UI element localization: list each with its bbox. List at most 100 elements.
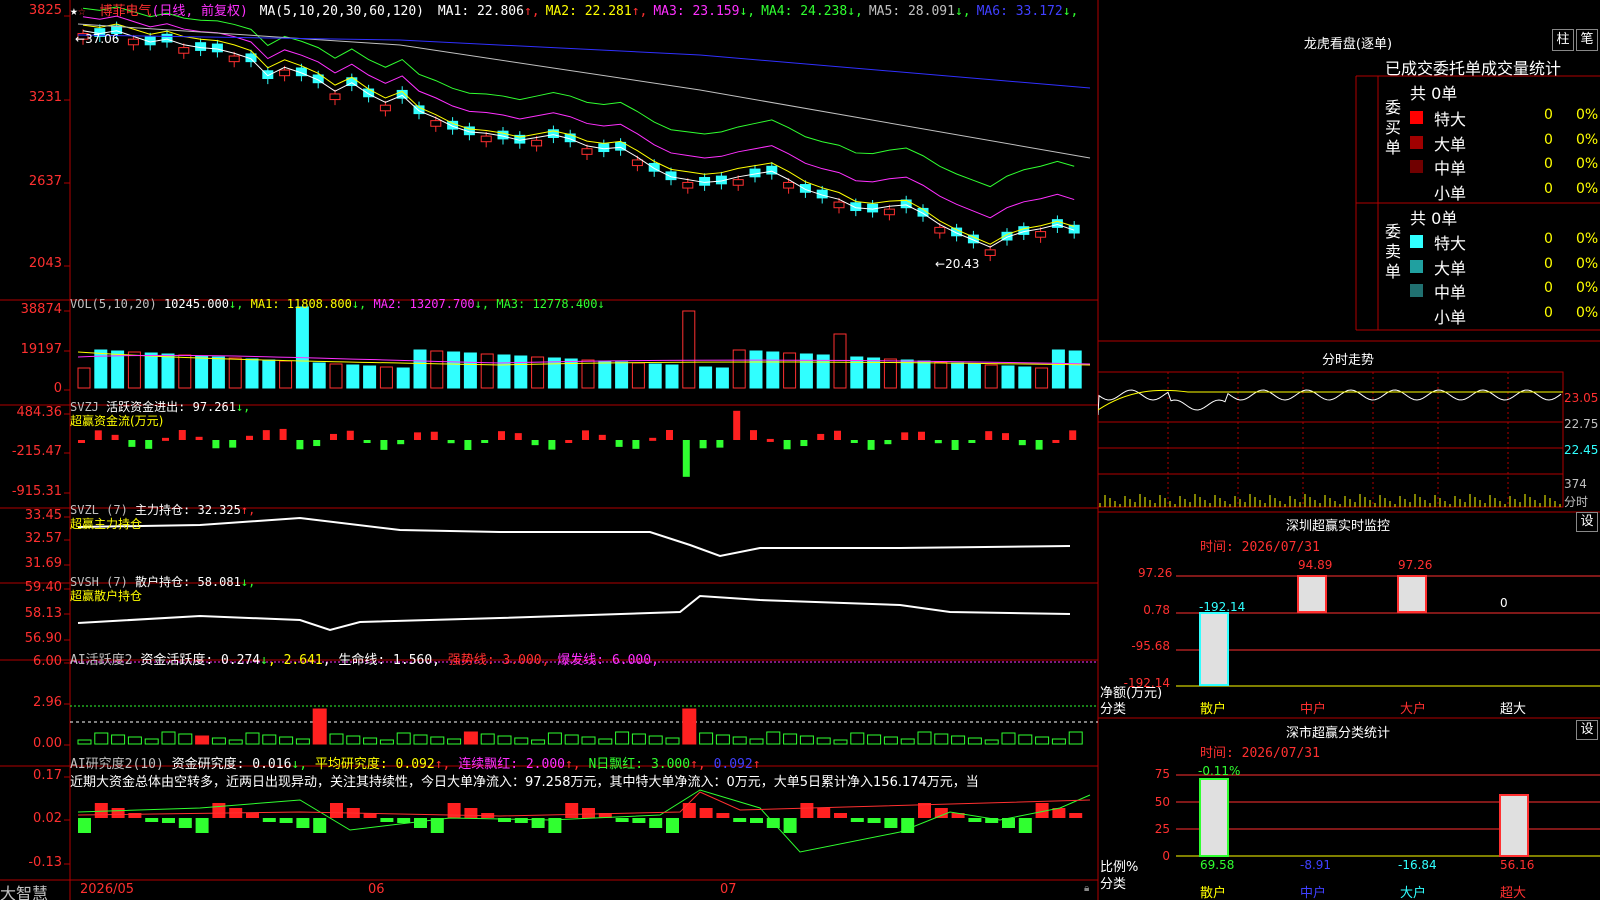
- volume-bar: [161, 353, 175, 389]
- ma1-line: [82, 30, 1075, 248]
- volume-bar: [329, 363, 343, 389]
- candle: [379, 104, 391, 112]
- candle: [279, 69, 291, 77]
- buy-side-label: 委买单: [1385, 98, 1402, 157]
- activity-bar: [228, 739, 243, 745]
- star-icon[interactable]: ★: [70, 4, 78, 19]
- research-bar: [162, 818, 175, 823]
- ai2-arrow3: ↑,: [564, 757, 581, 772]
- classify-tick: 0: [1162, 849, 1170, 863]
- candle: [228, 55, 240, 63]
- date-label: 06: [368, 882, 385, 897]
- flag-icon: ☆: [77, 4, 86, 19]
- order-type: 特大: [1434, 110, 1467, 129]
- research-bar: [178, 818, 192, 828]
- volume-bar: [581, 359, 595, 389]
- ma-value-6: MA6: 33.172: [976, 4, 1063, 19]
- high-price-note: ←37.06: [75, 32, 120, 46]
- ai2-header: AI研究度2(10) 资金研究度: 0.016↓, 平均研究度: 0.092↑,…: [70, 753, 761, 772]
- activity-bar: [967, 737, 982, 745]
- research-bar: [464, 808, 478, 818]
- volume-bar: [363, 365, 377, 389]
- order-percent: 0%: [1576, 304, 1599, 321]
- color-swatch: [1410, 111, 1423, 124]
- candle: [211, 43, 223, 53]
- ai1-tick: 2.96: [33, 695, 62, 710]
- lock-icon[interactable]: 🔒︎: [1084, 883, 1089, 894]
- candle: [531, 139, 543, 147]
- research-bar: [1018, 818, 1032, 833]
- flow-bar: [262, 430, 270, 440]
- candle: [178, 47, 190, 54]
- classify-bar-value: -16.84: [1398, 858, 1437, 872]
- tick-mode-button[interactable]: 笔: [1576, 29, 1598, 51]
- retail-holding-line: [77, 594, 1071, 632]
- vol-value: 10245.000: [163, 297, 229, 311]
- volume-bar: [850, 356, 864, 389]
- ai1-value1: 资金活跃度: 0.274: [140, 653, 261, 668]
- ai2-arrow1: ↓,: [291, 757, 308, 772]
- flow-bar: [867, 440, 875, 450]
- bar-mode-button[interactable]: 柱: [1552, 29, 1574, 51]
- volume-bar: [951, 362, 965, 389]
- research-bar: [1069, 813, 1083, 818]
- order-count: 0: [1544, 255, 1553, 272]
- activity-bar: [581, 736, 596, 745]
- ma-value-4: MA4: 24.238: [761, 4, 848, 19]
- research-bar: [834, 813, 847, 818]
- flow-bar: [716, 440, 724, 448]
- volume-bar: [396, 367, 410, 389]
- classify-category: 超大: [1500, 886, 1527, 900]
- volume-bar: [447, 351, 461, 389]
- ai1-arrow2: ,: [322, 653, 331, 668]
- activity-bar: [984, 739, 999, 745]
- ai2-tick: 0.02: [33, 811, 62, 826]
- color-swatch: [1410, 259, 1423, 273]
- activity-bar: [1051, 738, 1066, 745]
- research-bar: [968, 818, 982, 822]
- research-bar: [934, 808, 948, 818]
- flow-bar: [1035, 440, 1043, 450]
- flow-bar: [766, 438, 774, 442]
- flow-bar: [750, 430, 757, 440]
- volume-bar: [1035, 367, 1049, 389]
- volume-bar: [497, 354, 511, 389]
- monitor-settings-button[interactable]: 设: [1576, 512, 1598, 532]
- volume-bar: [1051, 349, 1065, 389]
- research-bar: [279, 818, 293, 823]
- order-count: 0: [1544, 304, 1553, 321]
- intraday-tick: 22.45: [1564, 443, 1599, 457]
- activity-bar: [900, 738, 915, 745]
- flow-bar: [649, 437, 657, 441]
- color-swatch: [1410, 135, 1423, 149]
- classify-settings-button[interactable]: 设: [1576, 720, 1598, 740]
- activity-bar: [396, 732, 411, 745]
- flow-bar: [481, 440, 489, 443]
- svsh-arrow: ↓,: [240, 575, 256, 589]
- flow-bar: [733, 410, 741, 440]
- svsh-tick: 58.13: [24, 606, 62, 621]
- candle: [732, 179, 744, 186]
- activity-bar: [262, 734, 277, 745]
- research-bar: [666, 818, 679, 833]
- ai2-comment: 近期大资金总体由空转多，近两日出现异动，关注其持续性，今日大单净流入：97.25…: [70, 775, 979, 790]
- order-type: 大单: [1434, 258, 1467, 278]
- order-count: 0: [1544, 131, 1553, 148]
- intraday-title: 分时走势: [1321, 353, 1374, 368]
- stock-name[interactable]: 博菲电气: [99, 4, 151, 19]
- activity-bar: [883, 736, 898, 745]
- volume-bar: [967, 363, 981, 389]
- flow-bar: [514, 433, 522, 440]
- svzj-subtitle: 超赢资金流(万元): [70, 414, 164, 428]
- volume-bar: [917, 360, 931, 389]
- volume-bar: [1001, 365, 1015, 389]
- flow-bar: [632, 440, 640, 449]
- ai1-arrow1: ↓: [260, 653, 268, 668]
- research-line: [77, 789, 1091, 853]
- svzj-tick: -215.47: [11, 444, 62, 459]
- order-row: 中单 0 0%: [1410, 155, 1600, 180]
- activity-bar: [463, 731, 478, 745]
- ma-values: MA1: 22.806↑, MA2: 22.281↑, MA3: 23.159↓, M…: [432, 4, 1079, 19]
- classify-bar: [1499, 794, 1529, 857]
- order-count: 0: [1544, 280, 1553, 296]
